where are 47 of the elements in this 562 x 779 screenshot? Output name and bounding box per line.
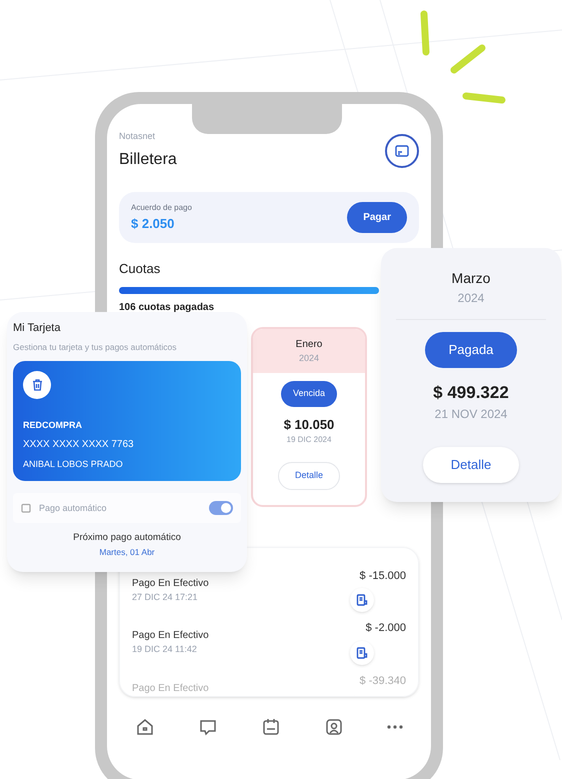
pay-button[interactable]: Pagar xyxy=(347,202,407,233)
next-payment-label: Próximo pago automático xyxy=(72,531,182,546)
installment-date: 21 NOV 2024 xyxy=(434,406,508,423)
panel-title: Mi Tarjeta xyxy=(13,321,62,336)
detail-button[interactable]: Detalle xyxy=(278,462,340,490)
more-icon[interactable] xyxy=(387,724,403,728)
month-label: Marzo xyxy=(452,269,490,288)
card-number: XXXX XXXX XXXX 7763 xyxy=(23,438,135,452)
next-payment-date: Martes, 01 Abr xyxy=(98,546,156,558)
status-badge: Pagada xyxy=(424,332,518,368)
transaction-row[interactable]: Pago En Efectivo 19 DIC 24 11:42 $ -2.000 xyxy=(132,620,406,664)
transaction-amount: $ -15.000 xyxy=(360,568,406,584)
card-network: REDCOMPRA xyxy=(23,419,84,432)
transaction-date: 27 DIC 24 17:21 xyxy=(132,590,199,604)
card-holder: ANIBAL LOBOS PRADO xyxy=(23,458,124,471)
delete-button[interactable] xyxy=(23,371,51,400)
card-icon xyxy=(395,144,409,156)
trash-icon xyxy=(32,379,42,392)
transaction-title: Pago En Efectivo xyxy=(132,682,209,696)
panel-subtitle: Gestiona tu tarjeta y tus pagos automáticos xyxy=(13,340,178,354)
installment-amount: $ 10.050 xyxy=(284,416,334,434)
card-button[interactable] xyxy=(385,134,419,168)
installment-amount: $ 499.322 xyxy=(433,382,509,404)
transaction-date: 19 DIC 24 11:42 xyxy=(132,643,198,656)
month-label: Enero xyxy=(296,338,322,352)
year-label: 2024 xyxy=(458,290,484,307)
auto-pay-label: Pago automático xyxy=(39,502,107,515)
transaction-title: Pago En Efectivo xyxy=(132,576,209,590)
transaction-amount: $ -2.000 xyxy=(366,621,406,636)
receipt-icon[interactable] xyxy=(350,588,374,612)
page-title: Billetera xyxy=(119,150,177,170)
receipt-icon[interactable] xyxy=(350,640,374,664)
installment-date: 19 DIC 2024 xyxy=(286,434,332,446)
transaction-row[interactable]: Pago En Efectivo 27 DIC 24 17:21 $ -15.000 xyxy=(132,568,406,612)
status-badge: Vencida xyxy=(280,381,338,406)
app-subtitle: Notasnet xyxy=(119,130,156,143)
detail-button[interactable]: Detalle xyxy=(422,447,520,482)
profile-icon[interactable] xyxy=(324,716,344,736)
transaction-amount: $ -39.340 xyxy=(360,674,406,688)
section-title: Cuotas xyxy=(119,260,162,278)
transaction-title: Pago En Efectivo xyxy=(132,629,209,643)
home-icon[interactable] xyxy=(135,716,155,736)
agreement-label: Acuerdo de pago xyxy=(131,202,192,214)
agreement-amount: $ 2.050 xyxy=(131,214,176,232)
auto-pay-toggle[interactable] xyxy=(209,501,233,516)
year-label: 2024 xyxy=(298,352,320,364)
paid-count: 106 cuotas pagadas xyxy=(119,300,216,314)
